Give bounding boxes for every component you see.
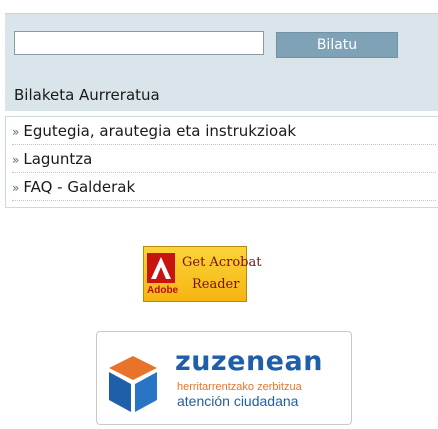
- sidebar: Bilatu Bilaketa Aurreratua » Egutegia, ar…: [0, 0, 438, 429]
- link-faq[interactable]: » FAQ - Galderak: [12, 178, 436, 201]
- acrobat-line-2: Reader: [192, 277, 240, 292]
- adobe-acrobat-logo-icon: [147, 253, 175, 283]
- search-button[interactable]: Bilatu: [276, 32, 398, 58]
- zuzenean-wordmark: zuzenean: [175, 346, 323, 377]
- link-label: FAQ - Galderak: [23, 178, 136, 196]
- zuzenean-subtitle-eu: herritarrentzako zerbitzua: [177, 381, 302, 393]
- link-label: Laguntza: [23, 150, 93, 168]
- double-chevron-right-icon: »: [12, 125, 20, 139]
- search-panel: Bilatu Bilaketa Aurreratua: [5, 13, 438, 111]
- double-chevron-right-icon: »: [12, 153, 20, 167]
- link-laguntza[interactable]: » Laguntza: [12, 150, 436, 173]
- get-acrobat-reader-banner[interactable]: Adobe Get Acrobat Reader: [143, 246, 261, 302]
- adobe-wordmark: Adobe: [147, 285, 179, 296]
- links-panel: » Egutegia, arautegia eta instrukzioak » L…: [5, 116, 438, 208]
- zuzenean-cube-logo-icon: [109, 356, 157, 412]
- link-label: Egutegia, arautegia eta instrukzioak: [23, 122, 297, 140]
- double-chevron-right-icon: »: [12, 181, 20, 195]
- zuzenean-banner[interactable]: zuzenean herritarrentzako zerbitzua aten…: [96, 331, 352, 425]
- zuzenean-subtitle-es: atención ciudadana: [177, 393, 299, 409]
- link-egutegia[interactable]: » Egutegia, arautegia eta instrukzioak: [12, 122, 436, 145]
- advanced-search-link[interactable]: Bilaketa Aurreratua: [14, 86, 160, 104]
- acrobat-line-1: Get Acrobat: [182, 255, 262, 270]
- search-input[interactable]: [14, 31, 264, 55]
